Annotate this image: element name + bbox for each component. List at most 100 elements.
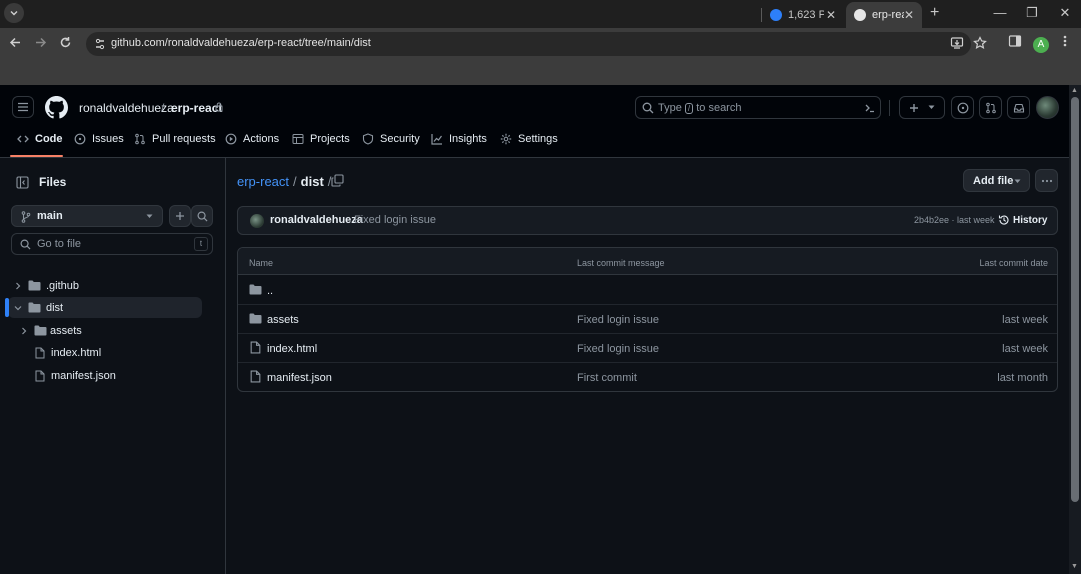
folder-icon: [249, 284, 262, 295]
tree-item-dist[interactable]: dist: [5, 297, 202, 318]
browser-tab-1[interactable]: 1,623 Pu ✕: [762, 2, 844, 28]
chevron-down-icon[interactable]: [12, 304, 24, 312]
tab-search-button[interactable]: [4, 3, 24, 23]
github-logo-icon[interactable]: [45, 96, 68, 119]
tab-code[interactable]: Code: [17, 133, 63, 145]
restore-button[interactable]: ❐: [1022, 5, 1042, 21]
latest-commit-box: ronaldvaldehueza Fixed login issue 2b4b2…: [237, 206, 1058, 235]
file-name[interactable]: assets: [267, 314, 299, 326]
browser-profile-avatar[interactable]: A: [1033, 37, 1049, 53]
chevron-right-icon[interactable]: [18, 327, 30, 335]
tree-item-github[interactable]: .github: [8, 275, 202, 296]
collapse-sidebar-button[interactable]: [12, 172, 32, 192]
tab-issues[interactable]: Issues: [74, 133, 124, 145]
reload-button[interactable]: [59, 36, 72, 49]
file-commit-message[interactable]: First commit: [577, 372, 637, 384]
file-name[interactable]: ..: [267, 285, 273, 297]
search-placeholder: Type / to search: [658, 102, 742, 114]
tab-settings-label: Settings: [518, 133, 558, 145]
site-info-icon[interactable]: [92, 36, 108, 52]
back-button[interactable]: [9, 36, 22, 49]
issues-button[interactable]: [951, 96, 974, 119]
tab-actions-label: Actions: [243, 133, 280, 145]
minimize-button[interactable]: —: [990, 5, 1010, 20]
go-to-file-input[interactable]: Go to file t: [11, 233, 213, 255]
more-options-button[interactable]: [1035, 169, 1058, 192]
scroll-up-icon[interactable]: ▲: [1071, 87, 1078, 94]
table-row[interactable]: manifest.json First commit last month: [238, 363, 1057, 391]
tree-item-assets[interactable]: assets: [8, 320, 202, 341]
address-bar[interactable]: github.com/ronaldvaldehueza/erp-react/tr…: [86, 32, 987, 56]
branch-selector[interactable]: main: [11, 205, 163, 227]
history-icon: [998, 215, 1009, 225]
tab-pull-requests[interactable]: Pull requests: [134, 133, 216, 145]
table-row[interactable]: assets Fixed login issue last week: [238, 305, 1057, 334]
file-commit-date: last week: [1002, 314, 1048, 326]
pull-request-icon: [135, 133, 145, 145]
search-icon: [197, 211, 208, 222]
chevron-right-icon[interactable]: [12, 282, 24, 290]
tab-title: erp-react: [872, 9, 904, 21]
browser-menu-icon[interactable]: [1061, 34, 1069, 48]
tab-code-label: Code: [35, 133, 63, 145]
search-input[interactable]: Type / to search: [635, 96, 881, 119]
bookmark-star-icon[interactable]: [973, 36, 987, 50]
file-commit-date: last month: [997, 372, 1048, 384]
arrow-right-icon: [36, 37, 47, 48]
commit-author[interactable]: ronaldvaldehueza: [270, 214, 363, 226]
history-button[interactable]: History: [998, 214, 1047, 226]
install-app-icon[interactable]: [950, 36, 964, 50]
pull-requests-button[interactable]: [979, 96, 1002, 119]
forward-button[interactable]: [34, 36, 47, 49]
tab-security[interactable]: Security: [362, 133, 420, 145]
tree-item-label: index.html: [51, 346, 102, 359]
tree-item-index-html[interactable]: index.html: [8, 342, 202, 363]
commit-meta[interactable]: 2b4b2ee · last week: [914, 215, 995, 225]
inbox-icon: [1013, 103, 1024, 113]
scrollbar-thumb[interactable]: [1071, 97, 1079, 502]
close-icon[interactable]: ✕: [904, 8, 914, 22]
add-file-sidebar-button[interactable]: [169, 205, 191, 227]
page-scrollbar[interactable]: ▲ ▼: [1069, 85, 1081, 574]
triangle-down-icon: [146, 214, 153, 218]
file-commit-message[interactable]: Fixed login issue: [577, 343, 659, 355]
new-tab-button[interactable]: +: [930, 4, 939, 22]
tab-actions[interactable]: Actions: [225, 133, 279, 145]
add-file-button[interactable]: Add file: [963, 169, 1030, 192]
side-panel-icon[interactable]: [1008, 34, 1022, 48]
tree-item-manifest-json[interactable]: manifest.json: [8, 365, 202, 386]
table-row[interactable]: index.html Fixed login issue last week: [238, 334, 1057, 363]
user-avatar[interactable]: [1036, 96, 1059, 119]
tab-settings[interactable]: Settings: [500, 133, 558, 145]
tree-item-label: dist: [46, 301, 64, 314]
table-row-parent-dir[interactable]: ..: [238, 276, 1057, 305]
file-icon: [35, 347, 45, 358]
scroll-down-icon[interactable]: ▼: [1071, 563, 1078, 570]
file-name[interactable]: manifest.json: [267, 372, 332, 384]
tree-item-label: .github: [46, 279, 80, 292]
search-code-button[interactable]: [191, 205, 213, 227]
browser-toolbar: github.com/ronaldvaldehueza/erp-react/tr…: [0, 28, 1081, 60]
close-icon[interactable]: ✕: [826, 8, 836, 22]
shield-icon: [362, 133, 374, 145]
folder-open-icon: [28, 302, 41, 313]
create-new-button[interactable]: [899, 96, 945, 119]
copy-icon[interactable]: [331, 174, 344, 187]
close-window-button[interactable]: ✕: [1055, 5, 1075, 21]
file-icon: [250, 370, 261, 383]
inbox-button[interactable]: [1007, 96, 1030, 119]
owner-link[interactable]: ronaldvaldehueza: [79, 101, 174, 115]
commit-author-avatar[interactable]: [250, 214, 264, 228]
file-name[interactable]: index.html: [267, 343, 317, 355]
browser-tab-2[interactable]: erp-react ✕: [846, 2, 922, 28]
open-global-nav-button[interactable]: [12, 96, 34, 118]
file-icon: [250, 341, 261, 354]
command-palette-icon[interactable]: [864, 102, 876, 114]
tab-projects[interactable]: Projects: [292, 133, 350, 145]
breadcrumb-repo-link[interactable]: erp-react: [237, 174, 289, 189]
tab-insights[interactable]: Insights: [431, 133, 487, 145]
file-commit-message[interactable]: Fixed login issue: [577, 314, 659, 326]
sidebar-collapse-icon: [15, 175, 29, 189]
tab-favicon-icon: [770, 9, 782, 21]
commit-message[interactable]: Fixed login issue: [354, 214, 436, 226]
